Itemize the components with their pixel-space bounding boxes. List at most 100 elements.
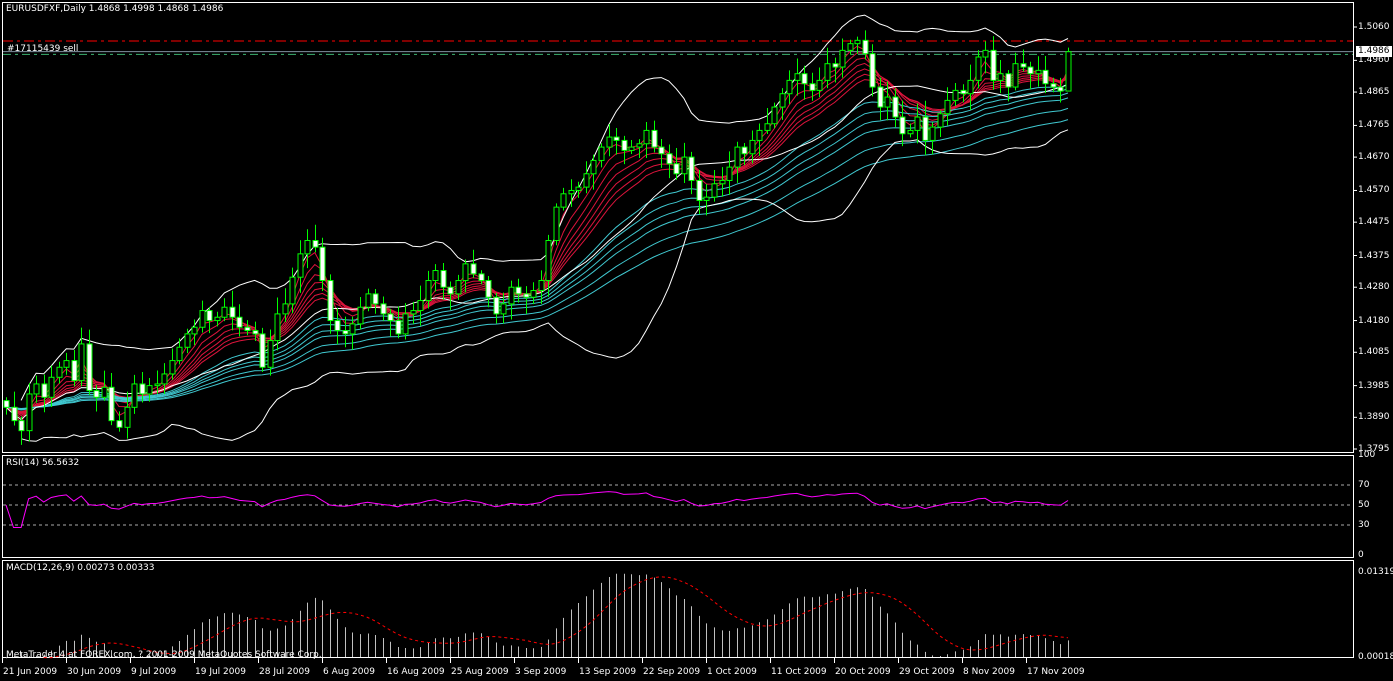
panel-frames <box>2 2 1354 658</box>
candle-body <box>666 153 673 165</box>
macd-title: MACD(12,26,9) 0.00273 0.00333 <box>6 563 155 573</box>
candle-body <box>319 246 326 282</box>
candle-body <box>749 139 756 155</box>
candle-body <box>854 39 861 45</box>
candle-body <box>78 343 85 382</box>
date-tick-label: 28 Jul 2009 <box>259 667 310 677</box>
candle-body <box>440 270 447 288</box>
candle-body <box>794 73 801 81</box>
candle-body <box>304 240 311 255</box>
candle-body <box>952 89 959 101</box>
candle-body <box>590 159 597 175</box>
slow-ma-line <box>5 88 1069 411</box>
date-tick-label: 9 Jul 2009 <box>131 667 177 677</box>
candle-body <box>530 290 537 298</box>
candle-body <box>786 79 793 95</box>
candle-body <box>967 79 974 95</box>
macd-tick-label: 0.01319 <box>1358 567 1393 577</box>
price-tick-label: 1.4865 <box>1358 87 1390 98</box>
candle-body <box>11 406 18 422</box>
candle-body <box>417 300 424 312</box>
candle-body <box>410 310 417 315</box>
fast-ma-line <box>5 62 1069 415</box>
candle-body <box>169 360 176 375</box>
date-tick-label: 1 Oct 2009 <box>707 667 757 677</box>
candle-body <box>478 273 485 282</box>
candle-body <box>545 240 552 282</box>
candle-body <box>636 143 643 148</box>
candle-body <box>289 276 296 305</box>
candle-body <box>583 173 590 188</box>
candle-body <box>387 313 394 322</box>
price-tick-label: 1.4570 <box>1358 185 1390 196</box>
candle-body <box>568 189 575 195</box>
candle-body <box>508 286 515 305</box>
candle-body <box>41 383 48 398</box>
candle-body <box>93 390 100 398</box>
candle-body <box>538 280 545 292</box>
rsi-tick-label: 30 <box>1358 520 1370 530</box>
candle-body <box>1042 69 1049 85</box>
date-tick-label: 19 Jul 2009 <box>195 667 246 677</box>
date-tick-label: 29 Oct 2009 <box>899 667 955 677</box>
price-tick-label: 1.4960 <box>1358 55 1390 66</box>
price-tick-label: 1.3985 <box>1358 380 1390 391</box>
candle-body <box>229 306 236 318</box>
candle-body <box>139 383 146 395</box>
date-tick-label: 20 Oct 2009 <box>835 667 891 677</box>
candle-body <box>771 106 778 125</box>
candle-body <box>236 316 243 328</box>
candle-body <box>282 303 289 315</box>
candle-body <box>71 360 78 382</box>
candle-body <box>937 113 944 128</box>
candle-body <box>56 366 63 378</box>
date-tick-label: 30 Jun 2009 <box>67 667 122 677</box>
candle-body <box>357 306 364 325</box>
candle-body <box>116 420 123 428</box>
candle-body <box>944 99 951 115</box>
candle-body <box>877 86 884 108</box>
date-tick-label: 22 Sep 2009 <box>643 667 701 677</box>
candle-body <box>756 129 763 141</box>
candle-body <box>779 93 786 108</box>
candle-body <box>839 49 846 68</box>
candle-body <box>108 386 115 422</box>
candle-body <box>214 316 221 322</box>
candle-body <box>847 43 854 51</box>
candle-body <box>673 163 680 175</box>
candle-body <box>606 136 613 148</box>
date-tick-label: 16 Aug 2009 <box>387 667 445 677</box>
candle-body <box>470 263 477 275</box>
candle-body <box>922 116 929 141</box>
candle-body <box>500 303 507 315</box>
date-tick-label: 25 Aug 2009 <box>451 667 509 677</box>
candle-body <box>26 393 33 432</box>
price-tick-label: 1.4375 <box>1358 250 1390 261</box>
candle-body <box>176 346 183 362</box>
date-tick-label: 21 Jun 2009 <box>3 667 58 677</box>
candle-body <box>18 420 25 432</box>
candle-body <box>628 146 635 151</box>
candle-body <box>824 63 831 81</box>
price-tick-label: 1.4180 <box>1358 315 1390 326</box>
candle-body <box>425 280 432 302</box>
candle-body <box>1005 73 1012 88</box>
candle-body <box>658 146 665 155</box>
candle-body <box>688 156 695 181</box>
candle-body <box>402 313 409 335</box>
candle-body <box>124 406 131 428</box>
rsi-tick-label: 50 <box>1358 500 1370 510</box>
slow-ma-line <box>5 107 1069 410</box>
candle-body <box>884 96 891 108</box>
date-tick-label: 3 Sep 2009 <box>515 667 567 677</box>
bollinger-upper-line <box>20 14 1069 401</box>
candle-body <box>975 56 982 81</box>
candle-body <box>1027 66 1034 75</box>
candle-body <box>372 293 379 305</box>
order-label[interactable]: #17115439 sell <box>7 44 78 55</box>
candle-body <box>485 280 492 298</box>
date-tick-label: 11 Oct 2009 <box>771 667 827 677</box>
candle-body <box>349 323 356 335</box>
candle-body <box>832 63 839 68</box>
macd-signal-line <box>43 576 1069 659</box>
